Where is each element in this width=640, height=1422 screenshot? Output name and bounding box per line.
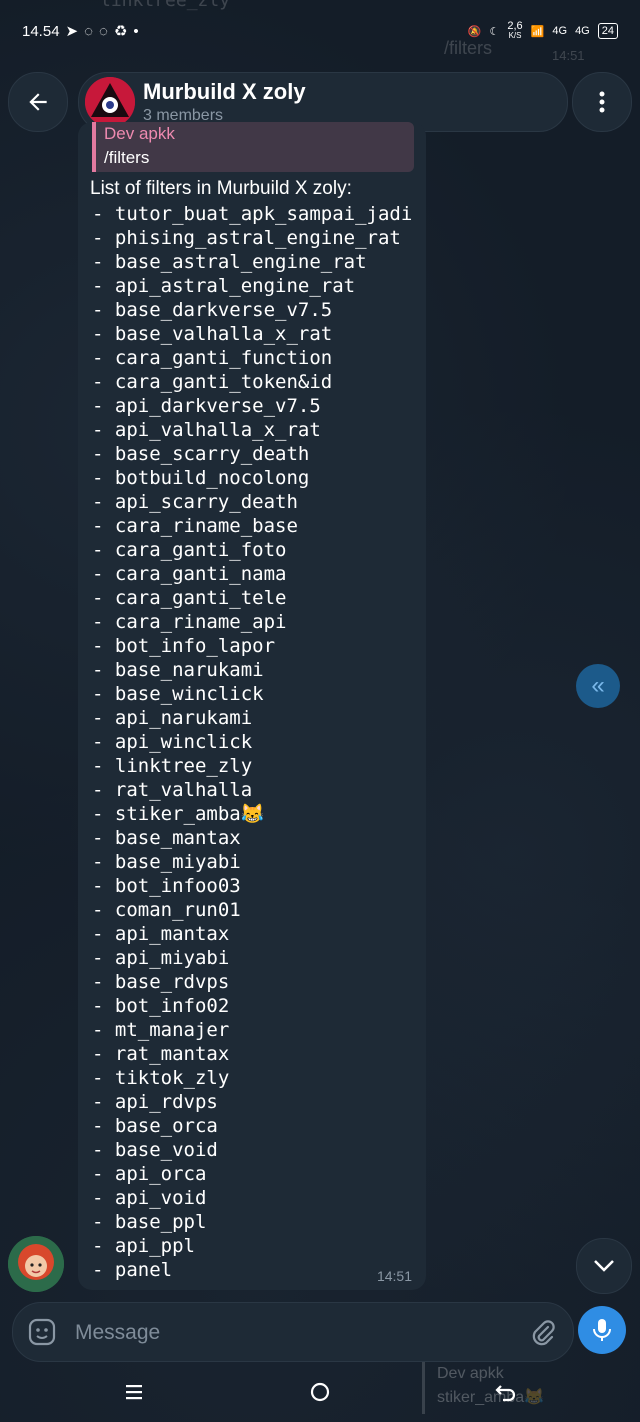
signal-a: 4G [552,25,568,37]
filter-item: - rat_valhalla [92,779,253,801]
moon-icon: ☾ [489,25,500,38]
filter-item: - base_astral_engine_rat [92,251,367,273]
filter-item: - cara_riname_api [92,611,287,633]
status-right: 🔕 ☾ 2,6 K/S 📶 4G 4G 24 [467,20,618,41]
message-heading: List of filters in Murbuild X zoly: [90,178,352,199]
filter-item: - api_scarry_death [92,491,298,513]
filter-item: - api_darkverse_v7.5 [92,395,321,417]
dot-icon: • [133,22,139,40]
menu-button[interactable] [572,72,632,132]
filter-item: - bot_info_lapor [92,635,276,657]
reply-sender-name: Dev apkk [104,124,175,143]
recents-icon [126,1385,142,1400]
filter-item: - tutor_buat_apk_sampai_jadi [92,203,413,225]
jump-to-reply-button[interactable]: « [576,664,620,708]
message-bubble[interactable]: Dev apkk /filters List of filters in Mur… [78,122,426,1290]
telegram-status-icon: ➤ [65,23,79,40]
system-nav-bar [0,1364,640,1422]
sticker-button[interactable] [27,1317,57,1347]
filter-item: - base_ppl [92,1211,207,1233]
filter-item: - mt_manajer [92,1019,230,1041]
mute-icon: 🔕 [467,25,482,38]
status-bar: 14.54 ➤ ◌ ◌ ♻ • 🔕 ☾ 2,6 K/S 📶 4G 4G 24 [0,0,640,60]
filter-item: - api_winclick [92,731,253,753]
filter-item: - base_darkverse_v7.5 [92,299,333,321]
arrow-left-icon [29,93,47,111]
group-title: Murbuild X zoly [143,79,306,104]
nav-home-button[interactable] [300,1372,340,1412]
filter-item: - api_valhalla_x_rat [92,419,321,441]
filter-item: - api_orca [92,1163,207,1185]
filter-item: - api_rdvps [92,1091,218,1113]
filter-item: - base_miyabi [92,851,241,873]
attach-button[interactable] [527,1317,557,1347]
filter-item: - coman_run01 [92,899,241,921]
filter-item: - linktree_zly [92,755,253,777]
double-chevron-left-icon: « [591,672,605,699]
wifi-icon: 📶 [530,25,545,38]
reply-text: /filters [104,148,150,167]
filter-item: - botbuild_nocolong [92,467,310,489]
message-time: 14:51 [376,1268,412,1284]
status-left: 14.54 ➤ ◌ ◌ ♻ • [22,22,139,41]
filter-item: - api_miyabi [92,947,230,969]
filter-item: - bot_infoo03 [92,875,241,897]
kebab-menu-icon [599,91,605,113]
home-icon [310,1382,330,1402]
filter-item: - api_void [92,1187,207,1209]
filter-item: - cara_riname_base [92,515,298,537]
filter-item: - base_orca [92,1115,218,1137]
filter-item: - base_winclick [92,683,264,705]
reply-quote[interactable]: Dev apkk /filters [92,122,414,172]
signal-b: 4G [575,25,590,37]
filter-item: - api_narukami [92,707,253,729]
filter-item: - api_astral_engine_rat [92,275,356,297]
filter-item: - base_scarry_death [92,443,310,465]
whatsapp-status-icon-2: ◌ [99,22,108,40]
whatsapp-status-icon: ◌ [84,22,94,40]
net-speed: 2,6 K/S [507,20,523,41]
paperclip-icon [532,1320,555,1346]
sender-avatar[interactable] [8,1236,64,1292]
filter-item: - stiker_amba😹 [92,803,265,825]
filter-item: - cara_ganti_foto [92,539,287,561]
message-input-bar [12,1302,574,1362]
filter-item: - panel [92,1259,173,1281]
recycle-status-icon: ♻ [113,23,128,40]
filter-item: - cara_ganti_token&id [92,371,333,393]
filter-item: - phising_astral_engine_rat [92,227,401,249]
filter-item: - base_mantax [92,827,241,849]
back-nav-icon [495,1385,516,1402]
filter-item: - base_void [92,1139,218,1161]
filter-item: - cara_ganti_nama [92,563,287,585]
filter-item: - cara_ganti_function [92,347,333,369]
filter-list: - tutor_buat_apk_sampai_jadi - phising_as… [92,202,412,1282]
nav-back-button[interactable] [486,1372,526,1412]
chevron-down-icon [594,1260,614,1272]
filter-item: - rat_mantax [92,1043,230,1065]
sticker-icon [28,1318,56,1346]
voice-record-button[interactable] [578,1306,626,1354]
filter-item: - base_narukami [92,659,264,681]
filter-item: - api_mantax [92,923,230,945]
group-avatar [85,77,135,127]
microphone-icon [593,1319,611,1341]
filter-item: - base_valhalla_x_rat [92,323,333,345]
status-time: 14.54 [22,22,60,40]
battery-indicator: 24 [597,23,618,39]
filter-item: - api_ppl [92,1235,195,1257]
filter-item: - bot_info02 [92,995,230,1017]
filter-item: - tiktok_zly [92,1067,230,1089]
back-button[interactable] [8,72,68,132]
filter-item: - base_rdvps [92,971,230,993]
message-input[interactable] [73,1315,497,1351]
scroll-down-button[interactable] [576,1238,632,1294]
filter-item: - cara_ganti_tele [92,587,287,609]
chat-header: Murbuild X zoly 3 members [8,72,632,132]
nav-recents-button[interactable] [114,1372,154,1412]
